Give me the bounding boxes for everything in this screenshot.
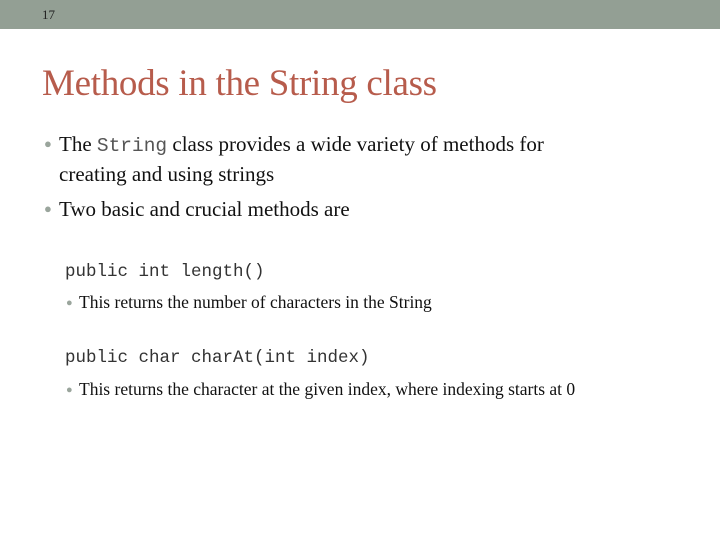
bullet-text: Two basic and crucial methods are (59, 197, 350, 221)
bullet-icon: ● (44, 136, 52, 151)
bullet-icon: ● (66, 297, 73, 309)
slide-number: 17 (42, 7, 55, 22)
method-signature: public char charAt(int index) (65, 348, 370, 368)
bullet-icon: ● (44, 201, 52, 216)
inline-code: String (96, 135, 168, 157)
method-description-text: This returns the number of characters in… (79, 292, 432, 312)
bullet-text-pre: The (59, 132, 97, 156)
bullet-text-post: class provides a wide variety of methods… (167, 132, 544, 156)
header-bar: 17 (0, 0, 720, 29)
slide-title: Methods in the String class (42, 63, 437, 104)
method-description: ● This returns the number of characters i… (66, 292, 432, 313)
bullet-item: ● Two basic and crucial methods are (44, 193, 350, 225)
bullet-continuation: creating and using strings (59, 162, 275, 186)
method-description: ● This returns the character at the given… (66, 379, 575, 400)
method-signature: public int length() (65, 262, 265, 282)
bullet-item: ● The String class provides a wide variet… (44, 128, 544, 162)
method-description-text: This returns the character at the given … (79, 379, 576, 399)
bullet-icon: ● (66, 384, 73, 396)
